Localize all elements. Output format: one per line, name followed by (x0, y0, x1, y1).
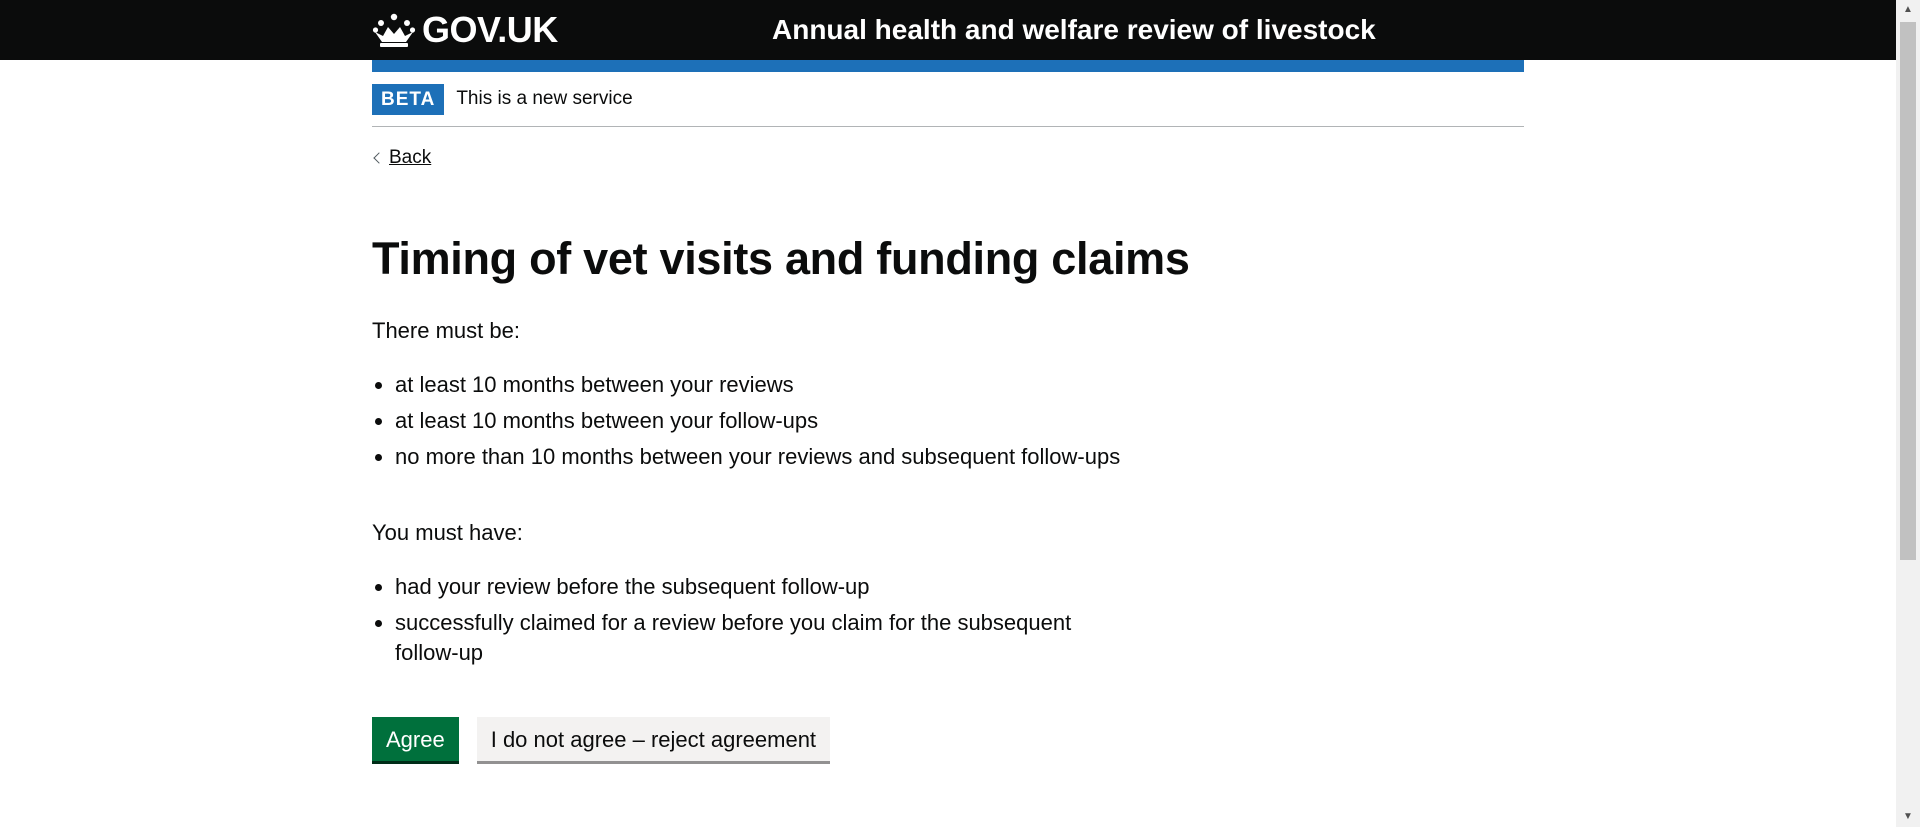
reject-agreement-button[interactable]: I do not agree – reject agreement (476, 717, 831, 761)
intro-there-must-be: There must be: (372, 318, 520, 343)
list-item: successfully claimed for a review before… (395, 608, 1135, 668)
govuk-logo-link[interactable]: GOV.UK (372, 8, 558, 52)
agree-button[interactable]: Agree (372, 717, 459, 761)
list-item: no more than 10 months between your revi… (395, 442, 1120, 478)
list-item: at least 10 months between your reviews (395, 370, 1120, 406)
header-container: GOV.UK Annual health and welfare review … (372, 0, 1524, 60)
header-blue-bar (372, 60, 1524, 72)
page-title: Timing of vet visits and funding claims (372, 233, 1190, 284)
scroll-down-arrow-icon[interactable]: ▼ (1896, 807, 1920, 827)
phase-banner: BETA This is a new service (372, 72, 1524, 127)
vertical-scrollbar[interactable]: ▲ ▼ (1896, 0, 1920, 827)
beta-tag: BETA (372, 83, 445, 115)
button-group: Agree I do not agree – reject agreement (372, 717, 831, 761)
intro-you-must-have: You must have: (372, 520, 523, 545)
list-item: at least 10 months between your follow-u… (395, 406, 1120, 442)
conditions-list: had your review before the subsequent fo… (372, 572, 1135, 674)
logo-text: GOV.UK (422, 9, 558, 50)
requirements-list: at least 10 months between your reviews … (372, 370, 1120, 478)
phase-banner-text: This is a new service (456, 88, 633, 109)
site-header: GOV.UK Annual health and welfare review … (0, 0, 1896, 60)
scrollbar-thumb[interactable] (1900, 22, 1916, 560)
crown-icon (372, 13, 416, 47)
back-link[interactable]: Back (372, 144, 431, 172)
service-name-link[interactable]: Annual health and welfare review of live… (772, 12, 1376, 48)
scroll-up-arrow-icon[interactable]: ▲ (1896, 0, 1920, 20)
list-item: had your review before the subsequent fo… (395, 572, 1135, 602)
